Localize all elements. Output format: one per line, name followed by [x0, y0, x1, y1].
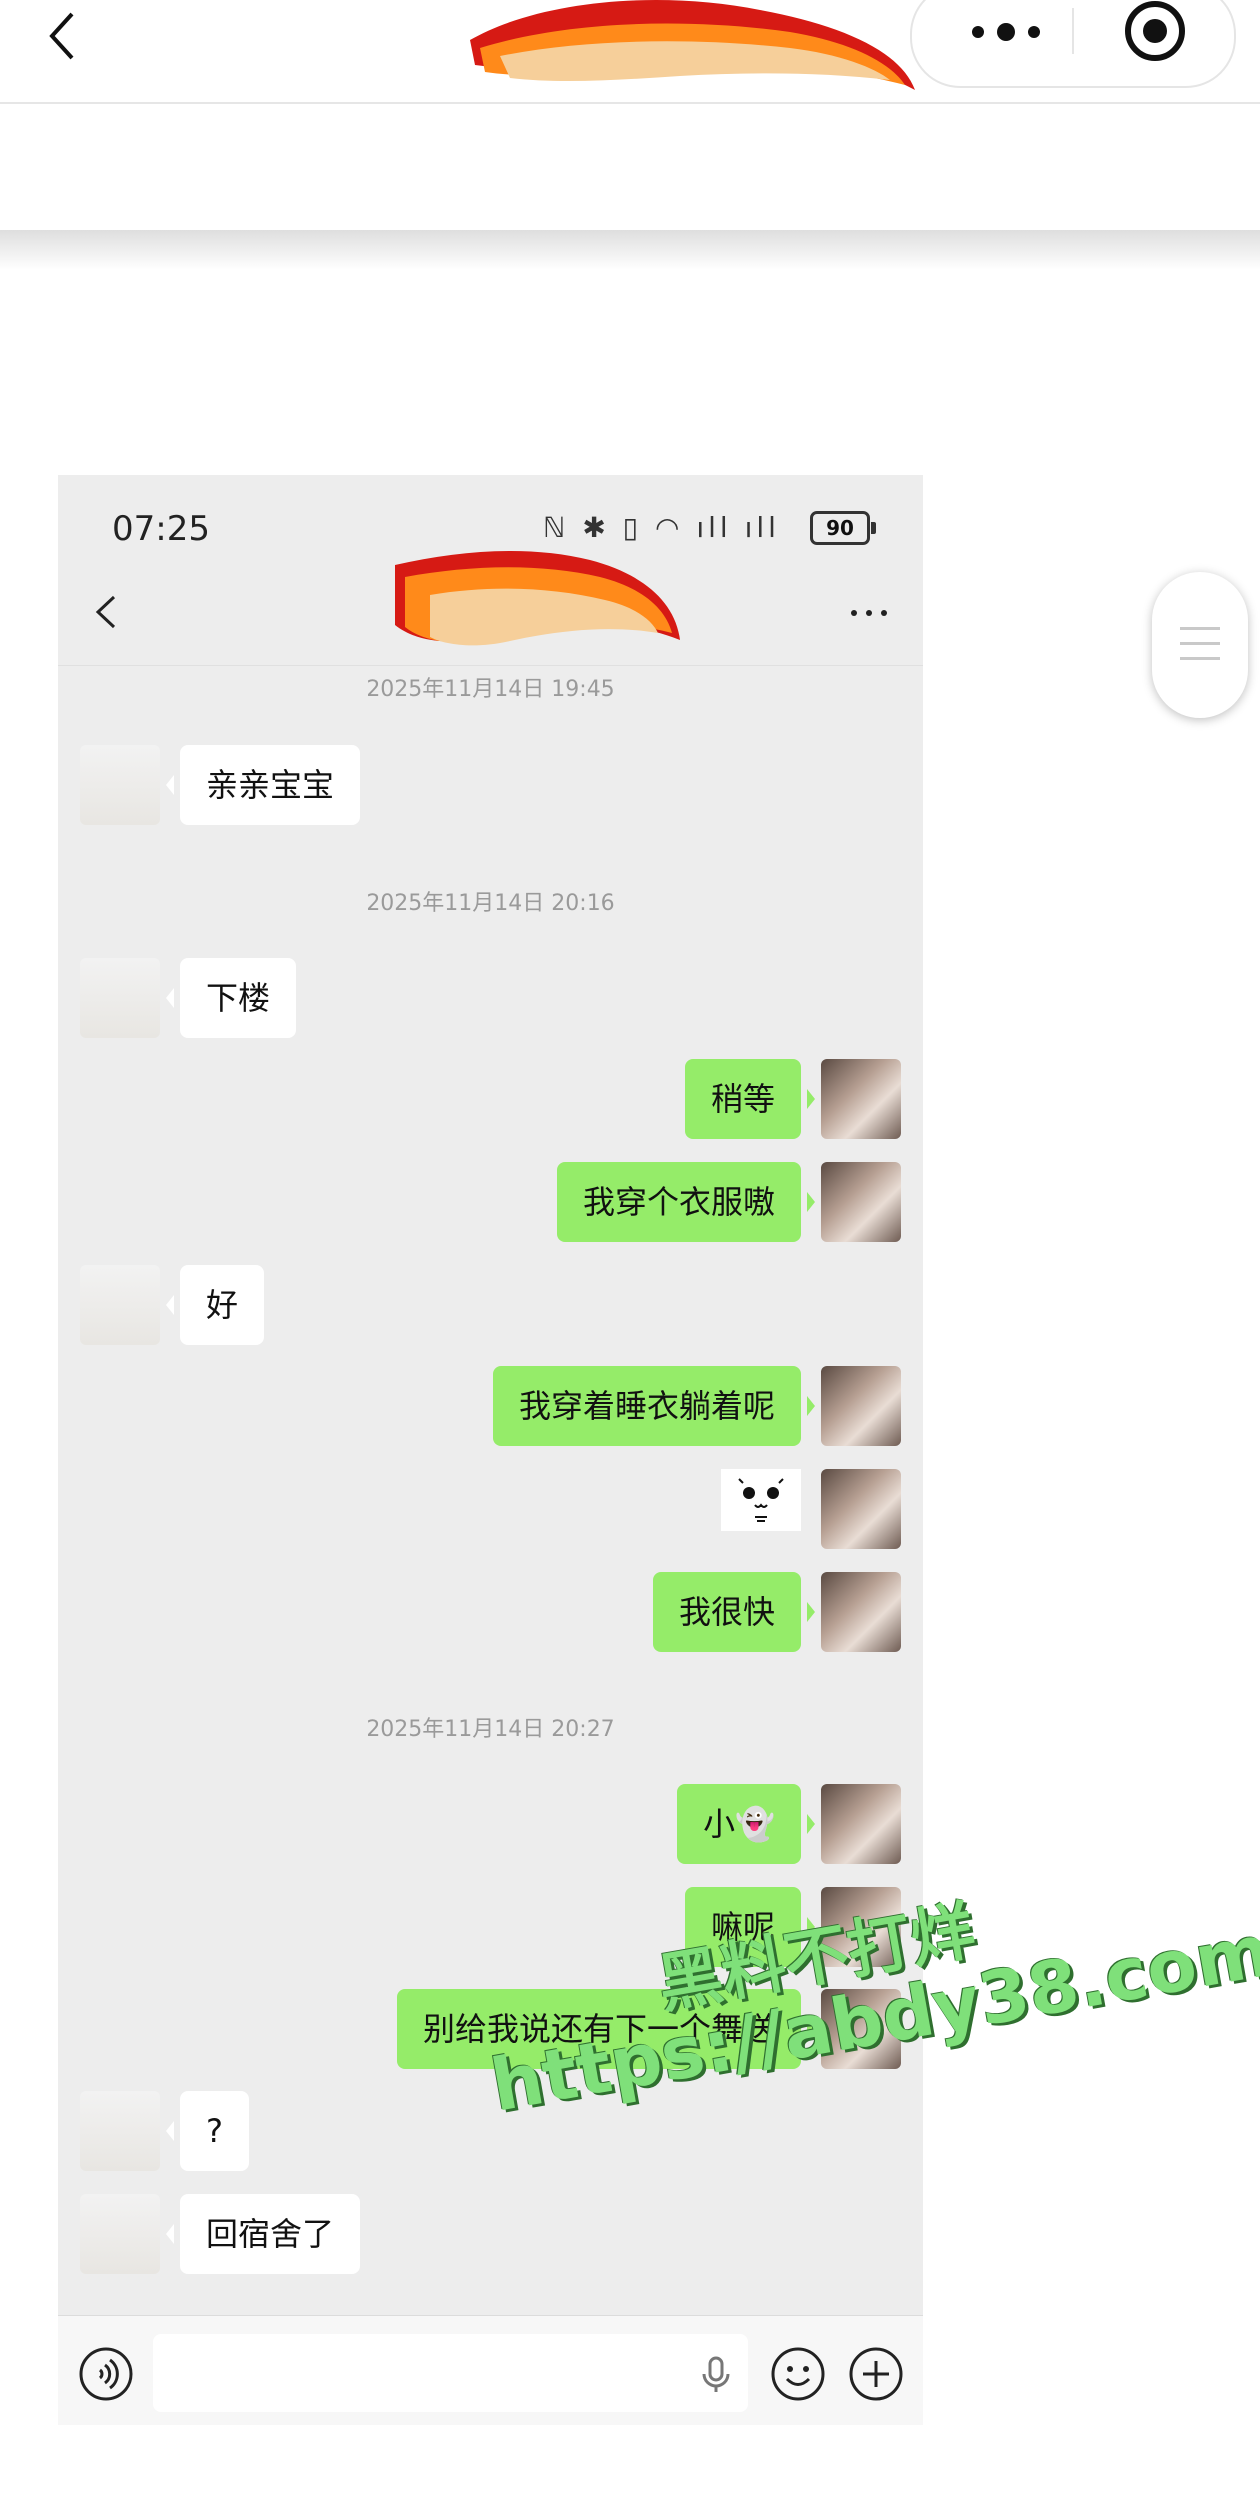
status-time: 07:25 — [112, 509, 210, 549]
message-bubble[interactable]: 小👻 — [677, 1784, 815, 1864]
redaction-scribble — [470, 0, 915, 90]
avatar[interactable] — [821, 1469, 901, 1549]
message-right — [451, 1469, 901, 1549]
message-bubble[interactable]: 回宿舍了 — [165, 2194, 361, 2274]
avatar[interactable] — [821, 1784, 901, 1864]
message-bubble[interactable]: 下楼 — [165, 958, 297, 1038]
message-bubble[interactable]: 好 — [165, 1265, 265, 1345]
avatar[interactable] — [80, 745, 160, 825]
avatar[interactable] — [80, 1265, 160, 1345]
battery-icon: 90 — [810, 511, 876, 545]
plus-icon[interactable] — [848, 2346, 904, 2402]
voice-icon[interactable] — [78, 2346, 134, 2402]
message-input[interactable] — [153, 2334, 748, 2412]
message-right: 我穿个衣服嗷 — [451, 1162, 901, 1242]
chat-header-divider — [58, 665, 923, 666]
avatar[interactable] — [80, 2194, 160, 2274]
mic-icon[interactable] — [696, 2354, 736, 2394]
more-dots-icon[interactable] — [956, 6, 1056, 58]
header-shadow — [0, 230, 1260, 270]
timestamp: 2025年11月14日 20:16 — [366, 891, 615, 916]
message-bubble[interactable]: 我穿个衣服嗷 — [556, 1162, 816, 1242]
message-bubble[interactable]: 稍等 — [684, 1059, 816, 1139]
message-bubble[interactable]: ? — [166, 2091, 249, 2171]
avatar[interactable] — [821, 1059, 901, 1139]
message-bubble[interactable]: 我很快 — [652, 1572, 816, 1652]
chat-screenshot: 07:25 ℕ ✱ ▯ ◠ ıll ıll 90 2025年11月14日 19:… — [58, 475, 923, 2425]
message-bubble[interactable]: 我穿着睡衣躺着呢 — [492, 1366, 816, 1446]
message-right: 我穿着睡衣躺着呢 — [451, 1366, 901, 1446]
chat-input-bar — [58, 2315, 923, 2425]
avatar[interactable] — [80, 2091, 160, 2171]
target-icon[interactable] — [1122, 0, 1188, 64]
redaction-scribble — [395, 550, 680, 646]
timestamp: 2025年11月14日 19:45 — [366, 677, 615, 702]
status-icons: ℕ ✱ ▯ ◠ ıll ıll — [543, 511, 780, 544]
message-right: 稍等 — [451, 1059, 901, 1139]
capsule-divider — [1072, 8, 1074, 54]
mini-program-capsule — [910, 0, 1236, 88]
more-dots-icon[interactable] — [848, 603, 890, 623]
message-right: 小👻 — [451, 1784, 901, 1864]
message-bubble[interactable]: 亲亲宝宝 — [165, 745, 361, 825]
emoji-icon[interactable] — [770, 2346, 826, 2402]
back-icon[interactable] — [88, 587, 128, 637]
outer-header: ﾄ — [0, 0, 1260, 104]
avatar[interactable] — [80, 958, 160, 1038]
avatar[interactable] — [821, 1366, 901, 1446]
avatar[interactable] — [821, 1162, 901, 1242]
side-drawer-handle[interactable] — [1152, 572, 1248, 718]
avatar[interactable] — [821, 1572, 901, 1652]
back-icon[interactable] — [40, 8, 86, 64]
message-right: 我很快 — [451, 1572, 901, 1652]
sticker-image[interactable] — [721, 1469, 801, 1531]
timestamp: 2025年11月14日 20:27 — [366, 1717, 615, 1742]
